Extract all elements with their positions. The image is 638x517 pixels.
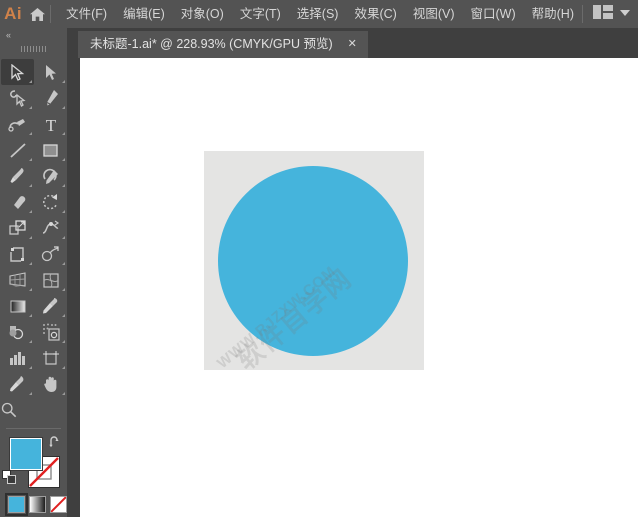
- toolbar-collapse-icon[interactable]: «: [0, 28, 67, 42]
- menu-item-object[interactable]: 对象(O): [173, 2, 232, 26]
- canvas-left-gutter: [67, 58, 80, 517]
- document-tab-bar: 未标题-1.ai* @ 228.93% (CMYK/GPU 预览) ✕: [67, 28, 638, 58]
- mesh-tool[interactable]: [34, 267, 67, 293]
- chevron-down-icon[interactable]: [620, 9, 630, 19]
- toolbar-drag-grip[interactable]: [0, 42, 67, 56]
- tools-panel: « T: [0, 28, 67, 517]
- hand-tool[interactable]: [34, 371, 67, 397]
- column-graph-tool[interactable]: [1, 345, 34, 371]
- color-button[interactable]: [5, 493, 28, 516]
- menu-item-view[interactable]: 视图(V): [405, 2, 463, 26]
- fill-swatch[interactable]: [9, 437, 43, 471]
- menu-item-select[interactable]: 选择(S): [289, 2, 347, 26]
- symbol-sprayer-tool[interactable]: [34, 319, 67, 345]
- menu-item-effect[interactable]: 效果(C): [346, 2, 404, 26]
- rectangle-tool[interactable]: [34, 137, 67, 163]
- menu-item-window[interactable]: 窗口(W): [463, 2, 524, 26]
- tool-grid: T: [0, 56, 67, 423]
- canvas-area[interactable]: 软件自学网 WWW.RJZXW.COM: [80, 58, 638, 517]
- menu-item-edit[interactable]: 编辑(E): [115, 2, 173, 26]
- menu-bar: Ai 文件(F) 编辑(E) 对象(O) 文字(T) 选择(S) 效果(C) 视…: [0, 0, 638, 28]
- slice-tool[interactable]: [1, 371, 34, 397]
- eraser-tool[interactable]: [1, 189, 34, 215]
- fill-stroke-controls: [0, 434, 67, 492]
- curvature-tool[interactable]: [1, 111, 34, 137]
- none-button[interactable]: [50, 496, 67, 513]
- artboard[interactable]: 软件自学网 WWW.RJZXW.COM: [204, 151, 424, 370]
- blend-tool[interactable]: [1, 319, 34, 345]
- width-tool[interactable]: [34, 215, 67, 241]
- line-segment-tool[interactable]: [1, 137, 34, 163]
- close-icon[interactable]: ✕: [345, 31, 360, 58]
- free-transform-tool[interactable]: [1, 241, 34, 267]
- swap-fill-stroke-icon[interactable]: [49, 435, 62, 453]
- illustrator-window: Ai 文件(F) 编辑(E) 对象(O) 文字(T) 选择(S) 效果(C) 视…: [0, 0, 638, 517]
- screen-mode-row: [0, 513, 67, 517]
- paintbrush-tool[interactable]: [1, 163, 34, 189]
- app-logo: Ai: [4, 4, 23, 23]
- ellipse-shape[interactable]: [218, 166, 408, 356]
- rotate-tool[interactable]: [34, 189, 67, 215]
- home-icon[interactable]: [26, 7, 48, 22]
- default-fill-stroke-icon[interactable]: [2, 470, 17, 490]
- menu-item-file[interactable]: 文件(F): [58, 2, 115, 26]
- fill-mode-row: [0, 492, 67, 516]
- direct-selection-tool[interactable]: [34, 59, 67, 85]
- type-tool[interactable]: T: [34, 111, 67, 137]
- selection-tool[interactable]: [1, 59, 34, 85]
- menubar-right-controls: [582, 4, 638, 24]
- toolbar-divider: [6, 428, 61, 429]
- menu-divider: [50, 5, 52, 23]
- menu-item-type[interactable]: 文字(T): [232, 2, 289, 26]
- scale-tool[interactable]: [1, 215, 34, 241]
- document-tab[interactable]: 未标题-1.ai* @ 228.93% (CMYK/GPU 预览) ✕: [78, 31, 368, 58]
- magic-wand-tool[interactable]: [1, 85, 34, 111]
- workspace-switcher-icon[interactable]: [593, 4, 613, 24]
- svg-text:T: T: [45, 116, 56, 133]
- eyedropper-tool[interactable]: [34, 293, 67, 319]
- zoom-tool[interactable]: [1, 397, 34, 423]
- pen-tool[interactable]: [34, 85, 67, 111]
- document-tab-title: 未标题-1.ai* @ 228.93% (CMYK/GPU 预览): [90, 37, 333, 51]
- artboard-tool[interactable]: [34, 345, 67, 371]
- gradient-tool[interactable]: [1, 293, 34, 319]
- gradient-button[interactable]: [29, 496, 46, 513]
- menu-item-help[interactable]: 帮助(H): [524, 2, 582, 26]
- workspace-divider: [582, 5, 583, 23]
- shaper-tool[interactable]: [34, 163, 67, 189]
- shape-builder-tool[interactable]: [34, 241, 67, 267]
- perspective-grid-tool[interactable]: [1, 267, 34, 293]
- menu-item-list: 文件(F) 编辑(E) 对象(O) 文字(T) 选择(S) 效果(C) 视图(V…: [58, 2, 582, 26]
